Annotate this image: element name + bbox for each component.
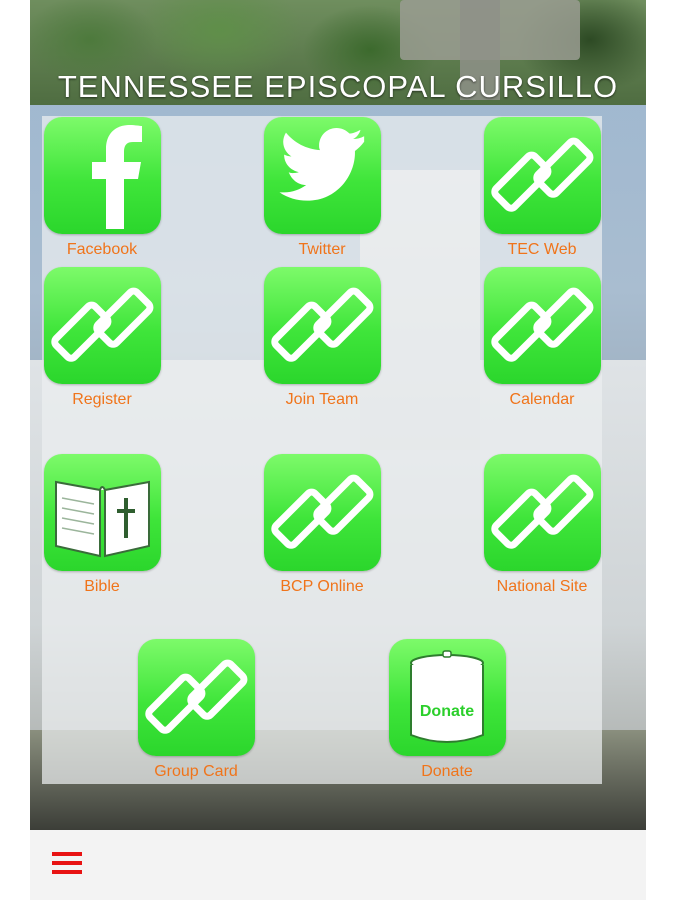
tile-tec-web[interactable]: TEC Web: [467, 117, 617, 260]
hamburger-menu-icon[interactable]: [52, 852, 82, 878]
tile-label-donate: Donate: [421, 763, 473, 780]
link-chain-icon: [490, 287, 593, 362]
tile-label-national-site: National Site: [496, 578, 588, 595]
link-chain-icon: [270, 474, 373, 549]
tile-label-bcp-online: BCP Online: [280, 578, 364, 595]
tile-bible[interactable]: Bible: [27, 454, 177, 597]
donate-can-label: Donate: [419, 703, 473, 720]
tile-twitter[interactable]: Twitter: [247, 117, 397, 260]
national-site-button[interactable]: [483, 454, 601, 571]
link-chain-icon: [50, 287, 153, 362]
tile-register[interactable]: Register: [27, 267, 177, 410]
donate-can-icon: Donate: [409, 650, 484, 743]
facebook-icon: [91, 125, 142, 229]
donate-button[interactable]: Donate: [388, 639, 506, 756]
twitter-button[interactable]: [263, 117, 381, 234]
twitter-bird-icon: [279, 128, 364, 201]
tile-label-calendar: Calendar: [509, 391, 575, 408]
tile-bcp-online[interactable]: BCP Online: [247, 454, 397, 597]
tile-label-tec-web: TEC Web: [507, 241, 577, 258]
tile-label-join-team: Join Team: [285, 391, 359, 408]
tile-facebook[interactable]: Facebook: [27, 117, 177, 260]
tile-label-register: Register: [72, 391, 132, 408]
group-card-button[interactable]: [137, 639, 255, 756]
join-team-button[interactable]: [263, 267, 381, 384]
tile-join-team[interactable]: Join Team: [247, 267, 397, 410]
tile-group-card[interactable]: Group Card: [121, 639, 271, 782]
tile-label-bible: Bible: [84, 578, 120, 595]
tile-label-group-card: Group Card: [154, 763, 238, 780]
bottom-bar: [30, 830, 646, 900]
tile-national-site[interactable]: National Site: [467, 454, 617, 597]
calendar-button[interactable]: [483, 267, 601, 384]
link-chain-icon: [270, 287, 373, 362]
register-button[interactable]: [43, 267, 161, 384]
bible-icon: [54, 480, 150, 558]
page-title: TENNESSEE EPISCOPAL CURSILLO: [57, 69, 619, 104]
link-chain-icon: [490, 137, 593, 212]
bcp-online-button[interactable]: [263, 454, 381, 571]
tile-donate[interactable]: Donate Donate: [372, 639, 522, 782]
app-screen: TENNESSEE EPISCOPAL CURSILLO Facebook Tw…: [30, 0, 646, 900]
link-chain-icon: [490, 474, 593, 549]
bible-button[interactable]: [43, 454, 161, 571]
tile-label-facebook: Facebook: [66, 241, 138, 258]
tile-calendar[interactable]: Calendar: [467, 267, 617, 410]
link-chain-icon: [144, 659, 247, 734]
tec-web-button[interactable]: [483, 117, 601, 234]
tile-label-twitter: Twitter: [298, 241, 346, 258]
link-grid: Facebook Twitter TEC Web Register Join T…: [42, 116, 602, 784]
facebook-button[interactable]: [43, 117, 161, 234]
